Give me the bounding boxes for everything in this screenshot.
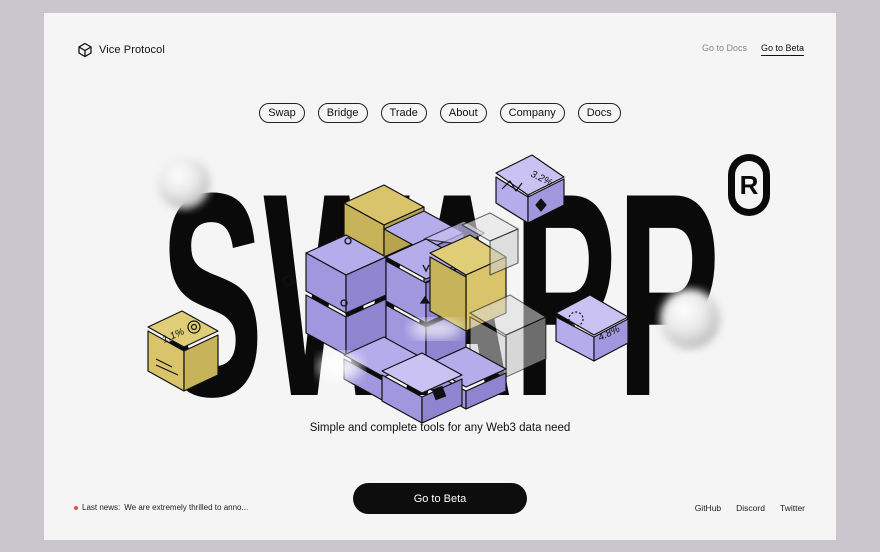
news-dot-icon: [74, 505, 78, 510]
news-text: We are extremely thrilled to anno...: [124, 503, 249, 512]
social-links: GitHub Discord Twitter: [695, 503, 805, 513]
twitter-link[interactable]: Twitter: [780, 503, 805, 513]
go-to-beta-button[interactable]: Go to Beta: [353, 483, 527, 514]
hero-illustration: SWAPP R: [147, 133, 770, 457]
blur-smudge: [318, 353, 362, 381]
blur-smudge-2: [410, 319, 462, 339]
news-prefix: Last news:: [82, 503, 121, 512]
registered-mark: R: [728, 154, 770, 216]
github-link[interactable]: GitHub: [695, 503, 721, 513]
discord-link[interactable]: Discord: [736, 503, 765, 513]
tagline: Simple and complete tools for any Web3 d…: [309, 422, 571, 434]
blur-orb-right: [660, 289, 720, 349]
page-frame: Vice Protocol Go to Docs Go to Beta Swap…: [44, 13, 836, 540]
registered-mark-letter: R: [740, 170, 759, 200]
blur-orb-left: [158, 157, 210, 209]
news-ticker[interactable]: Last news: We are extremely thrilled to …: [74, 503, 248, 512]
